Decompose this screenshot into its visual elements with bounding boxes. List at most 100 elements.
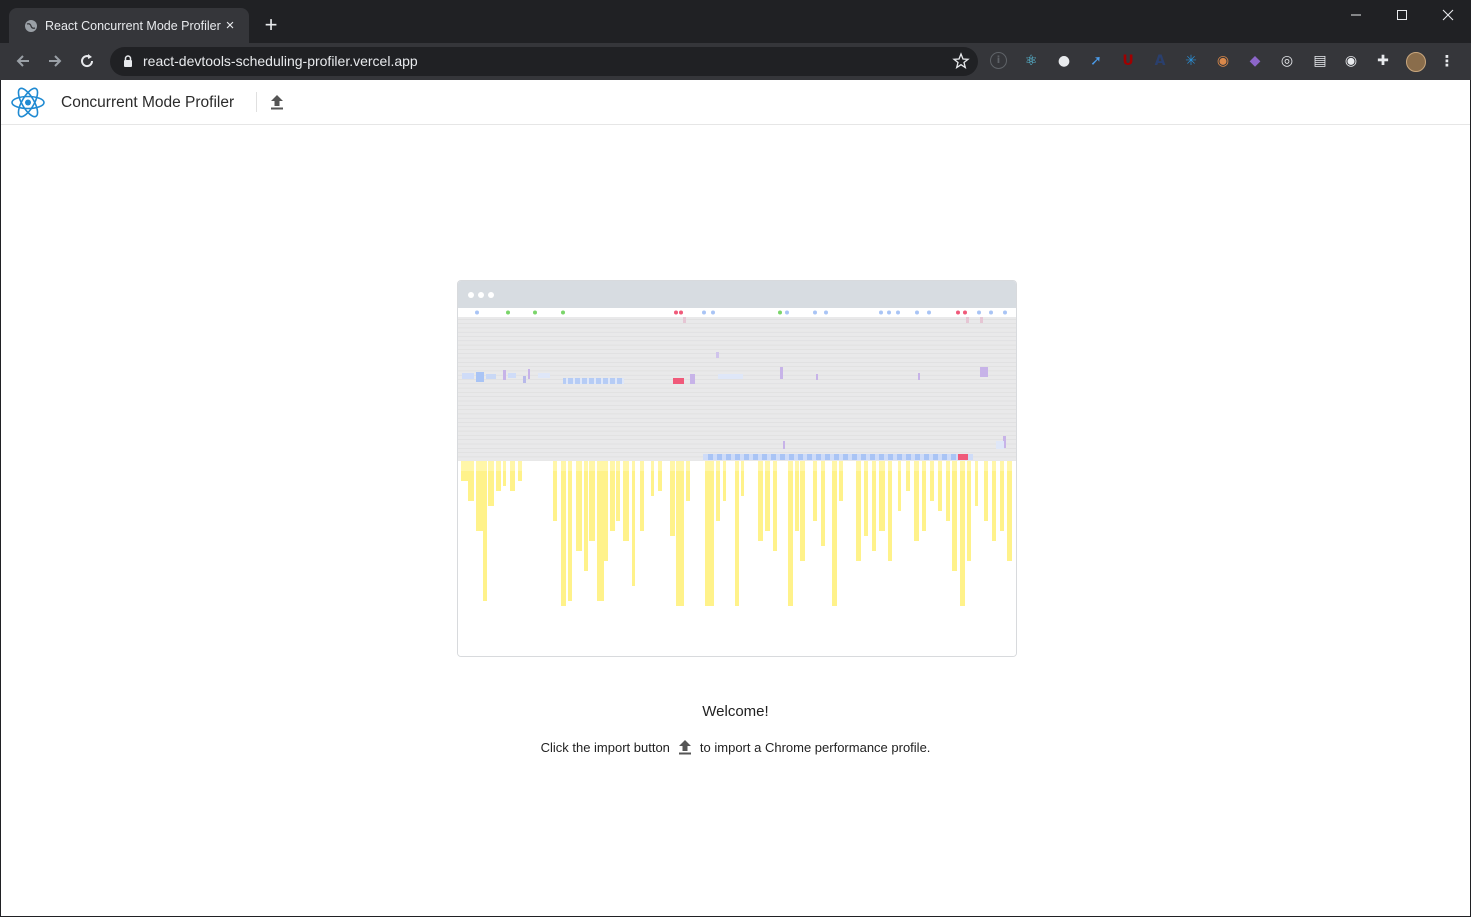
illustration-dot [915, 310, 919, 315]
illustration-lane-line [458, 357, 1016, 359]
illustration-flame-top [496, 461, 501, 471]
tab-strip: React Concurrent Mode Profiler × + [0, 0, 1471, 43]
illustration-commit-bar [825, 454, 830, 460]
illustration-flame-column [623, 461, 629, 541]
face-icon[interactable]: ◉ [1214, 52, 1232, 70]
info-icon[interactable]: i [990, 52, 1007, 69]
browser-tab[interactable]: React Concurrent Mode Profiler × [9, 8, 249, 43]
illustration-flame-column [872, 461, 876, 551]
illustration-flame-top [856, 461, 861, 471]
forward-arrow-icon [49, 55, 62, 67]
illustration-flame-top [795, 461, 799, 471]
illustration-event-bar [996, 441, 1004, 449]
illustration-lane-line [458, 392, 1016, 393]
illustration-event-bar [601, 378, 603, 384]
illustration-event-bar [918, 373, 920, 380]
illustration-commit-bar [834, 454, 839, 460]
minimize-button[interactable] [1333, 0, 1379, 30]
a-icon[interactable]: A [1151, 52, 1169, 70]
illustration-lane-line [458, 340, 1016, 342]
illustration-flame-column [670, 461, 675, 536]
illustration-flame-column [1007, 461, 1012, 561]
upload-icon [271, 95, 283, 110]
import-button[interactable] [267, 92, 287, 112]
illustration-flame-top [623, 461, 629, 471]
illustration-event-bar [716, 352, 719, 358]
new-tab-button[interactable]: + [260, 14, 282, 36]
illustration-flame-top [716, 461, 720, 471]
illustration-flame-top [975, 461, 978, 471]
illustration-commit-bar [798, 454, 803, 460]
reload-button[interactable] [74, 48, 100, 74]
illustration-commit-bar [933, 454, 938, 460]
illustration-dot [977, 310, 981, 315]
compass-icon[interactable]: ➚ [1087, 52, 1105, 70]
illustration-flame-column [676, 461, 684, 606]
globe-icon [23, 18, 39, 34]
maximize-button[interactable] [1379, 0, 1425, 30]
welcome-heading: Welcome! [702, 703, 769, 720]
illustration-dot [824, 310, 828, 315]
illustration-flame-top [832, 461, 837, 471]
bookmark-star-icon[interactable] [952, 52, 970, 70]
address-bar[interactable]: react-devtools-scheduling-profiler.verce… [110, 47, 978, 76]
illustration-flame-column [561, 461, 566, 606]
illustration-commit-bar [780, 454, 785, 460]
illustration-lane-line [458, 327, 1016, 329]
back-button[interactable] [10, 48, 36, 74]
avatar[interactable] [1406, 52, 1426, 72]
cat-icon[interactable]: ◆ [1246, 52, 1264, 70]
illustration-event-bar [563, 378, 623, 384]
illustration-flame-column [735, 461, 739, 606]
illustration-flame-top [676, 461, 684, 471]
illustration-event-bar [462, 373, 474, 379]
illustration-lane-line [458, 366, 1016, 367]
puzzle-icon[interactable]: ✚ [1374, 52, 1392, 70]
target-icon[interactable]: ◎ [1278, 52, 1296, 70]
ublock-icon[interactable]: U [1119, 52, 1137, 70]
profiler-preview-image [457, 280, 1017, 657]
illustration-commit-bar [924, 454, 929, 460]
tab-close-button[interactable]: × [221, 17, 239, 35]
illustration-flame-top [705, 461, 714, 471]
illustration-event-bar [980, 367, 988, 377]
illustration-event-bar [608, 378, 610, 384]
forward-button[interactable] [42, 48, 68, 74]
illustration-dot [679, 310, 683, 315]
graph-icon[interactable]: ✳ [1182, 52, 1200, 70]
illustration-lane-line [458, 413, 1016, 415]
illustration-event-bar [783, 441, 785, 449]
illustration-flame-top [604, 461, 608, 471]
illustration-event-bar [573, 378, 575, 384]
illustration-event-bar [503, 370, 506, 380]
illustration-flame-column [914, 461, 919, 541]
illustration-lane-line [458, 383, 1016, 385]
more-icon[interactable]: ⋮ [1438, 52, 1456, 70]
illustration-flame-column [800, 461, 805, 561]
illustration-flame-top [561, 461, 566, 471]
illustration-flame-top [946, 461, 950, 471]
illustration-flame-column [960, 461, 965, 606]
illustration-flame-top [483, 461, 487, 471]
close-window-button[interactable] [1425, 0, 1471, 30]
illustration-commit-bar [915, 454, 920, 460]
illustration-flame-column [604, 461, 608, 561]
illustration-flame-top [773, 461, 777, 471]
illustration-flame-top [839, 461, 843, 471]
illustration-lane-line [458, 344, 1016, 346]
illustration-commit-bar [951, 454, 956, 460]
illustration-dot [468, 292, 474, 298]
illustration-commit-bar [852, 454, 857, 460]
document-icon[interactable]: ▤ [1311, 52, 1329, 70]
illustration-flame-column [773, 461, 777, 551]
illustration-lane-line [458, 396, 1016, 397]
react-devtools-icon[interactable]: ⚛ [1022, 52, 1040, 70]
illustration-flame-top [686, 461, 690, 471]
illustration-dot [475, 310, 479, 315]
illustration-flame-top [906, 461, 910, 471]
illustration-lane-line [458, 353, 1016, 354]
record-icon[interactable]: ◉ [1342, 52, 1360, 70]
illustration-flame-top [788, 461, 793, 471]
illustration-commit-bar [717, 454, 722, 460]
eyedropper-icon[interactable]: ● [1055, 52, 1073, 70]
